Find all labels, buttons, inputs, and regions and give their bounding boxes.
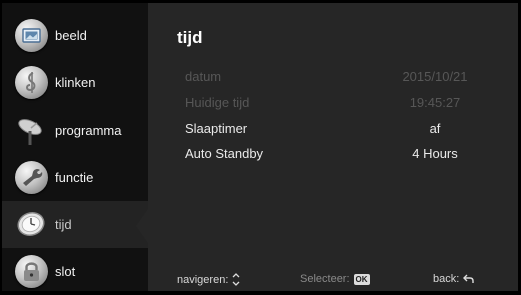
sidebar-item-label: klinken — [55, 75, 96, 90]
picture-icon — [15, 19, 48, 52]
setting-value: af — [429, 121, 441, 136]
back-label: back: — [433, 273, 460, 285]
select-label: Selecteer: — [300, 273, 350, 285]
up-down-arrows-icon — [232, 273, 240, 286]
navigate-hint: navigeren: — [177, 273, 240, 286]
sidebar-item-slot[interactable]: slot — [2, 248, 148, 295]
setting-label: Huidige tijd — [185, 95, 250, 110]
clock-icon — [15, 208, 48, 241]
setting-value: 2015/10/21 — [402, 69, 468, 84]
select-hint: Selecteer: OK — [300, 273, 370, 285]
setting-row-huidige-tijd: Huidige tijd 19:45:27 — [185, 95, 485, 115]
music-note-icon — [15, 66, 48, 99]
sidebar-item-tijd[interactable]: tijd — [2, 201, 148, 248]
page-title: tijd — [177, 28, 203, 47]
selection-pointer — [136, 209, 148, 243]
settings-panel: beeld klinken programma functie tijd slo… — [2, 3, 518, 291]
wrench-icon — [15, 161, 48, 194]
padlock-icon — [15, 255, 48, 288]
sidebar-item-programma[interactable]: programma — [2, 107, 148, 154]
back-hint[interactable]: back: — [433, 273, 474, 285]
setting-value: 4 Hours — [412, 146, 458, 161]
satellite-dish-icon — [15, 114, 48, 147]
tv-screen: beeld klinken programma functie tijd slo… — [0, 0, 521, 291]
setting-row-slaaptimer[interactable]: Slaaptimer af — [185, 121, 485, 141]
setting-value: 19:45:27 — [409, 95, 461, 110]
setting-row-auto-standby[interactable]: Auto Standby 4 Hours — [185, 146, 485, 166]
setting-row-datum: datum 2015/10/21 — [185, 69, 485, 89]
sidebar-item-label: programma — [55, 123, 122, 138]
sidebar: beeld klinken programma functie tijd slo… — [2, 3, 148, 291]
sidebar-item-label: functie — [55, 170, 94, 185]
setting-label: datum — [185, 69, 222, 84]
sidebar-item-label: beeld — [55, 28, 87, 43]
sidebar-item-label: tijd — [55, 217, 72, 232]
sidebar-item-label: slot — [55, 264, 76, 279]
sidebar-item-functie[interactable]: functie — [2, 154, 148, 201]
navigate-label: navigeren: — [177, 273, 229, 286]
sidebar-item-klinken[interactable]: klinken — [2, 59, 148, 106]
setting-label: Auto Standby — [185, 146, 264, 161]
setting-label: Slaaptimer — [185, 121, 248, 136]
ok-key-icon: OK — [353, 273, 370, 285]
return-arrow-icon — [463, 274, 474, 283]
sidebar-item-beeld[interactable]: beeld — [2, 12, 148, 59]
